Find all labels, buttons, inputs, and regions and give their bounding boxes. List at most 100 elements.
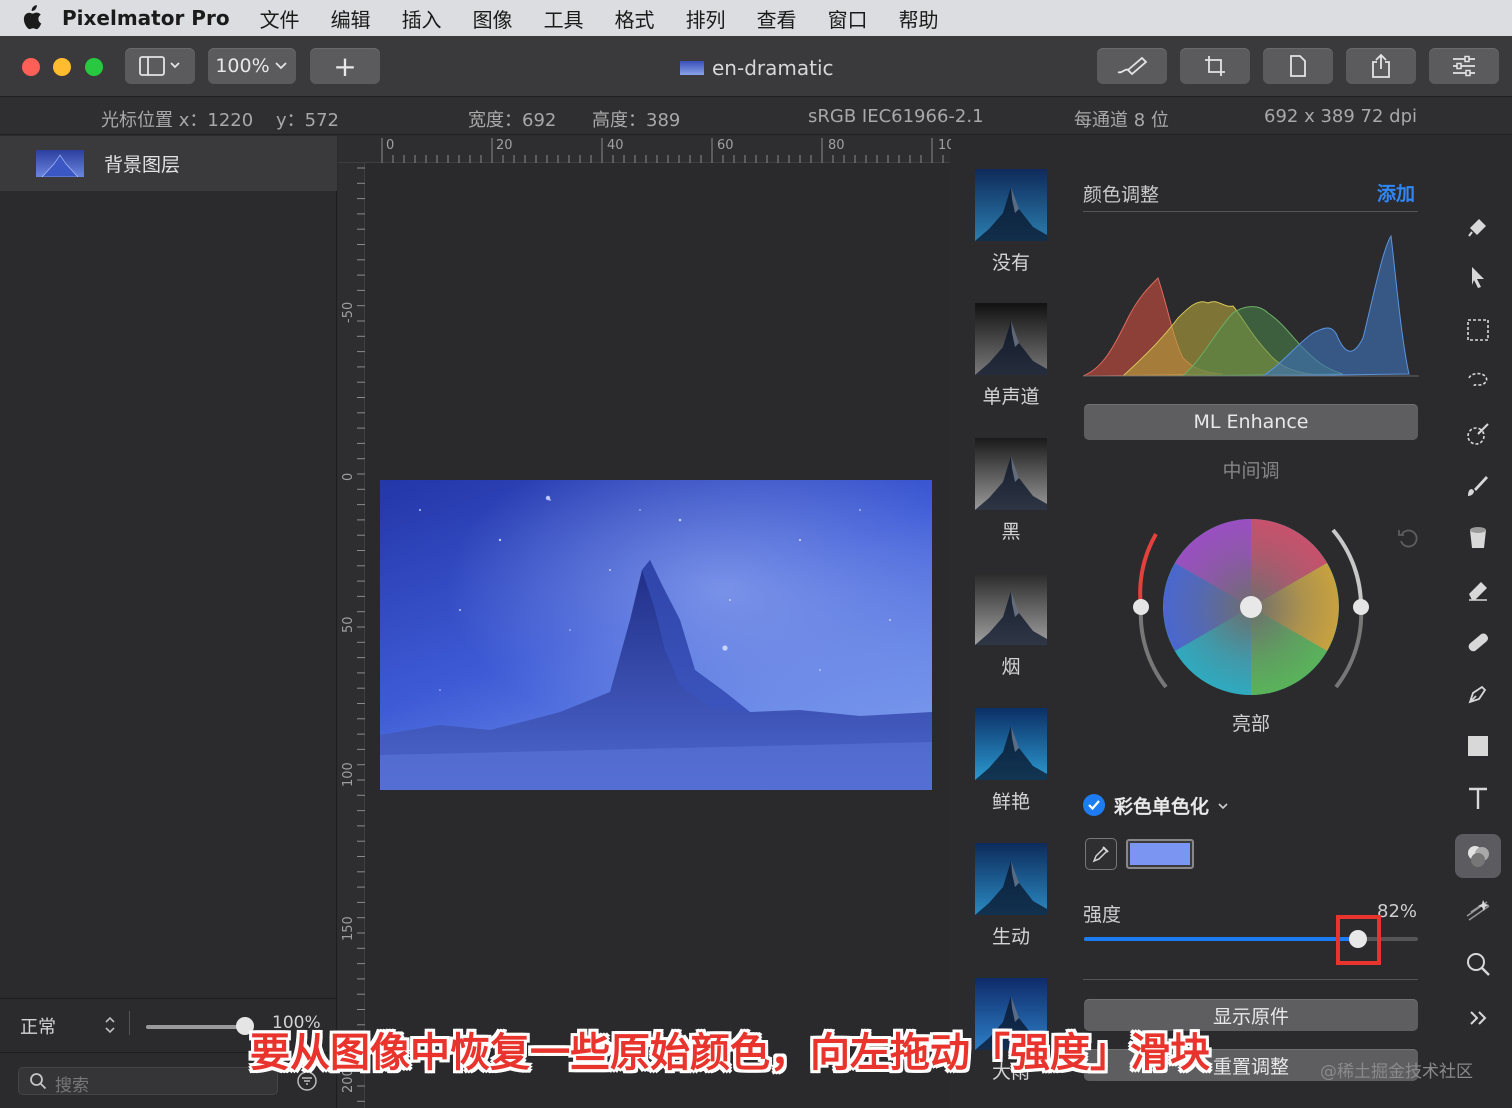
divider bbox=[1083, 979, 1418, 980]
chevron-down-icon bbox=[275, 62, 287, 70]
preset-label: 鲜艳 bbox=[991, 791, 1030, 813]
format-options-button[interactable] bbox=[1429, 48, 1499, 84]
zoom-window-button[interactable] bbox=[85, 58, 103, 76]
preset-thumbnail[interactable] bbox=[975, 438, 1047, 510]
zoom-value: 100% bbox=[215, 55, 270, 77]
menu-edit[interactable]: 编辑 bbox=[331, 4, 371, 33]
highlight-box bbox=[1335, 915, 1381, 965]
menu-arrange[interactable]: 排列 bbox=[686, 4, 726, 33]
preset-label: 没有 bbox=[991, 252, 1030, 274]
color-adjustments-tool[interactable] bbox=[1455, 834, 1501, 878]
layer-row[interactable]: 背景图层 bbox=[0, 136, 337, 191]
mono-checkbox[interactable] bbox=[1083, 794, 1105, 816]
arrange-tool[interactable] bbox=[1455, 256, 1501, 300]
mono-label[interactable]: 彩色单色化 bbox=[1114, 792, 1209, 819]
layers-panel: 背景图层 正常 100% 搜索 bbox=[0, 136, 337, 1108]
menu-window[interactable]: 窗口 bbox=[828, 4, 868, 33]
ruler-label: 0 bbox=[386, 138, 395, 153]
fill-tool[interactable] bbox=[1455, 516, 1501, 560]
close-window-button[interactable] bbox=[22, 58, 40, 76]
share-icon bbox=[1372, 53, 1390, 78]
menu-help[interactable]: 帮助 bbox=[899, 4, 939, 33]
vertical-ruler: -50 0 50 100 150 200 bbox=[338, 163, 365, 1108]
menu-image[interactable]: 图像 bbox=[473, 4, 513, 33]
shape-tool[interactable] bbox=[1455, 724, 1501, 768]
ruler-label: 50 bbox=[341, 616, 356, 633]
add-adjustment-link[interactable]: 添加 bbox=[1377, 179, 1415, 206]
preset-thumbnail[interactable] bbox=[975, 708, 1047, 780]
document-title-text: en-dramatic bbox=[712, 56, 834, 80]
ruler-ticks bbox=[381, 138, 944, 163]
ml-enhance-button[interactable]: ML Enhance bbox=[1084, 404, 1418, 440]
tools-sidebar bbox=[1443, 136, 1512, 1108]
more-tools-button[interactable] bbox=[1455, 996, 1501, 1040]
menu-file[interactable]: 文件 bbox=[260, 4, 300, 33]
color-circles-icon bbox=[1468, 846, 1489, 867]
retouch-tool[interactable] bbox=[1455, 620, 1501, 664]
eyedropper-button[interactable] bbox=[1085, 838, 1117, 870]
pen-nib-icon bbox=[1468, 685, 1487, 704]
blend-mode-select[interactable]: 正常 bbox=[20, 1013, 56, 1039]
pointer-icon bbox=[1472, 267, 1484, 288]
tutorial-caption: 要从图像中恢复一些原始颜色，向左拖动「强度」滑块 bbox=[250, 1030, 1210, 1076]
swatch-fill bbox=[1130, 843, 1190, 865]
menu-insert[interactable]: 插入 bbox=[402, 4, 442, 33]
type-tool[interactable] bbox=[1455, 776, 1501, 820]
highlights-color-wheel[interactable] bbox=[1121, 512, 1381, 712]
smart-select-tool[interactable] bbox=[1455, 412, 1501, 456]
ruler-label: 150 bbox=[341, 916, 356, 941]
opacity-slider-track[interactable] bbox=[146, 1025, 246, 1029]
preset-thumbnail[interactable] bbox=[975, 169, 1047, 241]
erase-tool[interactable] bbox=[1455, 568, 1501, 612]
mono-color-swatch[interactable] bbox=[1126, 839, 1194, 869]
size-dpi-readout: 692 x 389 72 dpi bbox=[1264, 106, 1418, 127]
square-shape-icon bbox=[1468, 736, 1488, 756]
ruler-label: 80 bbox=[828, 138, 845, 153]
menu-tools[interactable]: 工具 bbox=[544, 4, 584, 33]
up-down-chevron-icon[interactable] bbox=[103, 1015, 117, 1035]
zoom-tool[interactable] bbox=[1455, 942, 1501, 986]
menu-format[interactable]: 格式 bbox=[615, 4, 655, 33]
rect-select-tool[interactable] bbox=[1455, 308, 1501, 352]
color-adjustments-panel: 颜色调整 添加 ML Enhance 中间调 亮部 彩色单色化 强度 82% 显… bbox=[1071, 136, 1443, 1108]
minimize-window-button[interactable] bbox=[53, 58, 71, 76]
color-profile-readout: sRGB IEC61966-2.1 bbox=[808, 106, 984, 127]
midtones-label[interactable]: 中间调 bbox=[1071, 456, 1431, 483]
effects-tool[interactable] bbox=[1455, 888, 1501, 932]
document-title: en-dramatic bbox=[680, 54, 834, 82]
divider bbox=[1083, 211, 1418, 212]
intensity-label: 强度 bbox=[1083, 904, 1122, 926]
preset-thumbnail[interactable] bbox=[975, 843, 1047, 915]
share-button[interactable] bbox=[1346, 48, 1416, 84]
canvas-area: 0 20 40 60 80 10 -50 0 50 100 150 200 bbox=[338, 136, 955, 1108]
add-layer-button[interactable]: + bbox=[310, 48, 380, 84]
app-name-menu[interactable]: Pixelmator Pro bbox=[62, 6, 230, 30]
crop-icon bbox=[1205, 56, 1225, 76]
paint-tool[interactable] bbox=[1455, 464, 1501, 508]
pen-tool[interactable] bbox=[1455, 672, 1501, 716]
document-thumbnail-icon bbox=[680, 61, 704, 75]
intensity-slider-fill bbox=[1084, 937, 1358, 941]
style-tool[interactable] bbox=[1455, 204, 1501, 248]
canvas-image[interactable] bbox=[380, 480, 932, 790]
sidebar-toggle-button[interactable] bbox=[125, 48, 195, 84]
preset-thumbnail[interactable] bbox=[975, 303, 1047, 375]
eraser-icon bbox=[1469, 582, 1487, 601]
crop-button[interactable] bbox=[1180, 48, 1250, 84]
document-button[interactable] bbox=[1263, 48, 1333, 84]
zoom-dropdown[interactable]: 100% bbox=[208, 48, 296, 84]
paint-tools-button[interactable] bbox=[1097, 48, 1167, 84]
chevron-down-icon[interactable] bbox=[1217, 801, 1229, 811]
panel-title: 颜色调整 bbox=[1083, 184, 1160, 206]
reset-wheel-icon[interactable] bbox=[1396, 526, 1420, 550]
preset-thumbnail[interactable] bbox=[975, 573, 1047, 645]
lasso-tool[interactable] bbox=[1455, 360, 1501, 404]
layer-search-field[interactable]: 搜索 bbox=[18, 1067, 278, 1096]
bandage-icon bbox=[1468, 633, 1489, 652]
menu-view[interactable]: 查看 bbox=[757, 4, 797, 33]
horizontal-ruler: 0 20 40 60 80 10 bbox=[338, 136, 955, 163]
magic-brush-icon bbox=[1467, 423, 1489, 445]
apple-icon[interactable] bbox=[0, 5, 62, 31]
marquee-icon bbox=[1467, 319, 1489, 341]
sliders-icon bbox=[1453, 55, 1475, 77]
